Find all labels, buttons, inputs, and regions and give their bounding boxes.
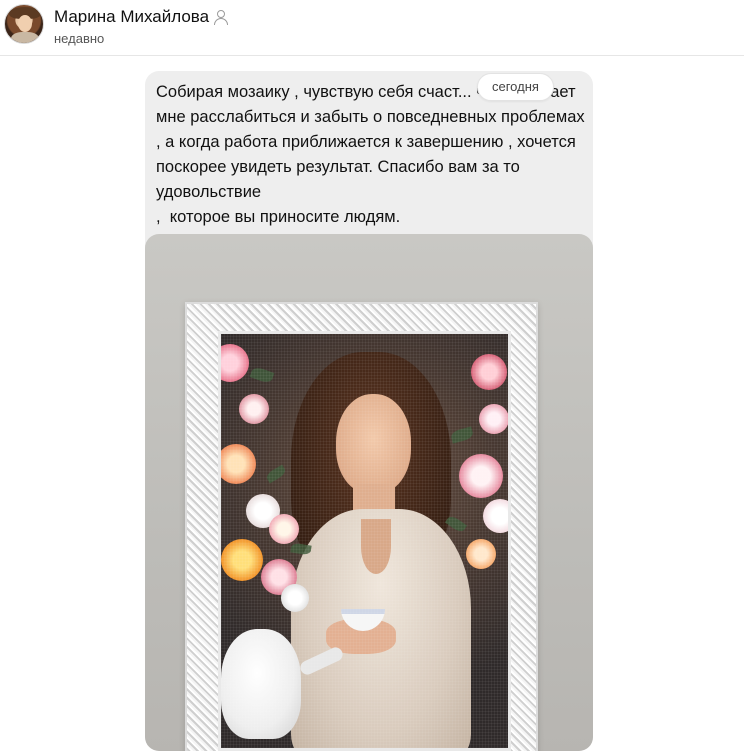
mosaic-grain-overlay xyxy=(221,334,508,748)
chat-header: Марина Михайлова недавно xyxy=(0,0,744,56)
user-status: недавно xyxy=(54,31,105,46)
avatar-face xyxy=(18,15,32,32)
date-chip: сегодня xyxy=(477,73,554,101)
message-text: Собирая мозаику , чувствую себя счаст...… xyxy=(156,83,585,226)
user-outline-icon xyxy=(214,9,229,25)
avatar-body xyxy=(11,32,39,43)
mosaic-picture xyxy=(218,331,511,751)
avatar[interactable] xyxy=(4,4,44,44)
user-name-text: Марина Михайлова xyxy=(54,7,210,26)
message-photo[interactable] xyxy=(145,234,593,751)
photo-frame xyxy=(185,302,538,751)
message-bubble[interactable]: Собирая мозаику , чувствую себя счаст...… xyxy=(145,71,593,751)
user-name[interactable]: Марина Михайлова xyxy=(54,7,229,27)
